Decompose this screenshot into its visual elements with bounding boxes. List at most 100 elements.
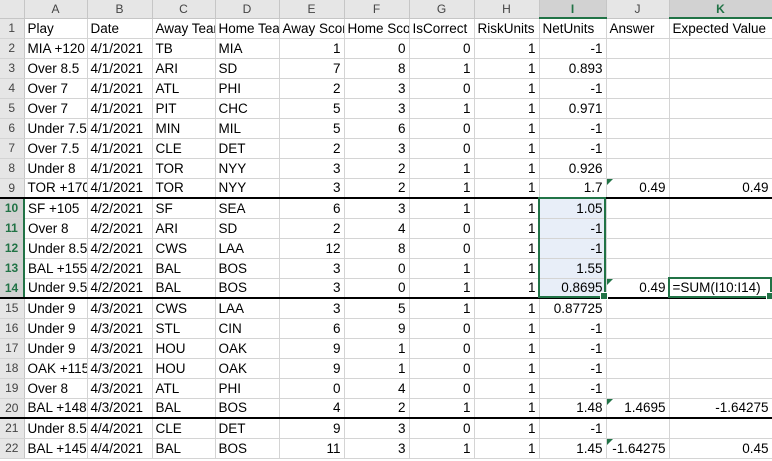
cell-e2[interactable]: 1	[279, 38, 345, 59]
cell-g21[interactable]: 0	[409, 418, 475, 439]
cell-h12[interactable]: 1	[474, 238, 540, 259]
cell-a20[interactable]: BAL +148	[24, 398, 88, 419]
cell-g4[interactable]: 0	[409, 78, 475, 99]
cell-f16[interactable]: 9	[344, 318, 410, 339]
cell-k2[interactable]	[669, 38, 772, 59]
cell-c14[interactable]: BAL	[152, 278, 216, 299]
cell-k9[interactable]: 0.49	[669, 178, 772, 199]
cell-j1[interactable]: Answer	[606, 18, 670, 39]
cell-a14[interactable]: Under 9.5	[24, 278, 88, 299]
cell-c12[interactable]: CWS	[152, 238, 216, 259]
cell-g1[interactable]: IsCorrect	[409, 18, 475, 39]
cell-c10[interactable]: SF	[152, 198, 216, 219]
cell-f9[interactable]: 2	[344, 178, 410, 199]
cell-g10[interactable]: 1	[409, 198, 475, 219]
cell-j5[interactable]	[606, 98, 670, 119]
cell-e1[interactable]: Away Scor	[279, 18, 345, 39]
cell-i17[interactable]: -1	[539, 338, 607, 359]
cell-h22[interactable]: 1	[474, 438, 540, 459]
cell-i21[interactable]: -1	[539, 418, 607, 439]
cell-k3[interactable]	[669, 58, 772, 79]
cell-j3[interactable]	[606, 58, 670, 79]
cell-i16[interactable]: -1	[539, 318, 607, 339]
cell-i1[interactable]: NetUnits	[539, 18, 607, 39]
cell-i10[interactable]: 1.05	[539, 198, 607, 219]
cell-i15[interactable]: 0.87725	[539, 298, 607, 319]
cell-c4[interactable]: ATL	[152, 78, 216, 99]
cell-c3[interactable]: ARI	[152, 58, 216, 79]
cell-i20[interactable]: 1.48	[539, 398, 607, 419]
column-header-k[interactable]: K	[669, 0, 772, 19]
cell-j7[interactable]	[606, 138, 670, 159]
row-header-11[interactable]: 11	[0, 218, 25, 239]
cell-e7[interactable]: 2	[279, 138, 345, 159]
cell-c7[interactable]: CLE	[152, 138, 216, 159]
cell-k19[interactable]	[669, 378, 772, 399]
row-header-2[interactable]: 2	[0, 38, 25, 59]
cell-g12[interactable]: 0	[409, 238, 475, 259]
row-header-5[interactable]: 5	[0, 98, 25, 119]
cell-b7[interactable]: 4/1/2021	[87, 138, 153, 159]
cell-e21[interactable]: 9	[279, 418, 345, 439]
cell-h17[interactable]: 1	[474, 338, 540, 359]
cell-k20[interactable]: -1.64275	[669, 398, 772, 419]
cell-f22[interactable]: 3	[344, 438, 410, 459]
cell-d12[interactable]: LAA	[215, 238, 280, 259]
cell-e8[interactable]: 3	[279, 158, 345, 179]
cell-a11[interactable]: Over 8	[24, 218, 88, 239]
cell-f17[interactable]: 1	[344, 338, 410, 359]
cell-e9[interactable]: 3	[279, 178, 345, 199]
cell-f4[interactable]: 3	[344, 78, 410, 99]
cell-d18[interactable]: OAK	[215, 358, 280, 379]
cell-e11[interactable]: 2	[279, 218, 345, 239]
cell-d8[interactable]: NYY	[215, 158, 280, 179]
cell-b15[interactable]: 4/3/2021	[87, 298, 153, 319]
row-header-16[interactable]: 16	[0, 318, 25, 339]
cell-b8[interactable]: 4/1/2021	[87, 158, 153, 179]
cell-c6[interactable]: MIN	[152, 118, 216, 139]
column-header-d[interactable]: D	[215, 0, 280, 19]
cell-i5[interactable]: 0.971	[539, 98, 607, 119]
column-header-b[interactable]: B	[87, 0, 153, 19]
cell-a12[interactable]: Under 8.5	[24, 238, 88, 259]
cell-e3[interactable]: 7	[279, 58, 345, 79]
row-header-9[interactable]: 9	[0, 178, 25, 199]
cell-k22[interactable]: 0.45	[669, 438, 772, 459]
cell-i22[interactable]: 1.45	[539, 438, 607, 459]
cell-k17[interactable]	[669, 338, 772, 359]
cell-a10[interactable]: SF +105	[24, 198, 88, 219]
cell-i2[interactable]: -1	[539, 38, 607, 59]
cell-j22[interactable]: -1.64275	[606, 438, 670, 459]
cell-e4[interactable]: 2	[279, 78, 345, 99]
cell-f1[interactable]: Home Sco	[344, 18, 410, 39]
cell-c17[interactable]: HOU	[152, 338, 216, 359]
cell-a2[interactable]: MIA +120	[24, 38, 88, 59]
cell-b13[interactable]: 4/2/2021	[87, 258, 153, 279]
cell-c8[interactable]: TOR	[152, 158, 216, 179]
cell-d20[interactable]: BOS	[215, 398, 280, 419]
cell-j17[interactable]	[606, 338, 670, 359]
cell-j14[interactable]: 0.49	[606, 278, 670, 299]
cell-b14[interactable]: 4/2/2021	[87, 278, 153, 299]
cell-g15[interactable]: 1	[409, 298, 475, 319]
cell-b2[interactable]: 4/1/2021	[87, 38, 153, 59]
cell-i9[interactable]: 1.7	[539, 178, 607, 199]
cell-a16[interactable]: Under 9	[24, 318, 88, 339]
row-header-21[interactable]: 21	[0, 418, 25, 439]
cell-h9[interactable]: 1	[474, 178, 540, 199]
cell-e14[interactable]: 3	[279, 278, 345, 299]
cell-c15[interactable]: CWS	[152, 298, 216, 319]
cell-h19[interactable]: 1	[474, 378, 540, 399]
row-header-12[interactable]: 12	[0, 238, 25, 259]
cell-k18[interactable]	[669, 358, 772, 379]
cell-g22[interactable]: 1	[409, 438, 475, 459]
cell-e6[interactable]: 5	[279, 118, 345, 139]
column-header-a[interactable]: A	[24, 0, 88, 19]
cell-c19[interactable]: ATL	[152, 378, 216, 399]
cell-g11[interactable]: 0	[409, 218, 475, 239]
cell-f13[interactable]: 0	[344, 258, 410, 279]
cell-f14[interactable]: 0	[344, 278, 410, 299]
cell-g8[interactable]: 1	[409, 158, 475, 179]
cell-g17[interactable]: 0	[409, 338, 475, 359]
cell-d14[interactable]: BOS	[215, 278, 280, 299]
